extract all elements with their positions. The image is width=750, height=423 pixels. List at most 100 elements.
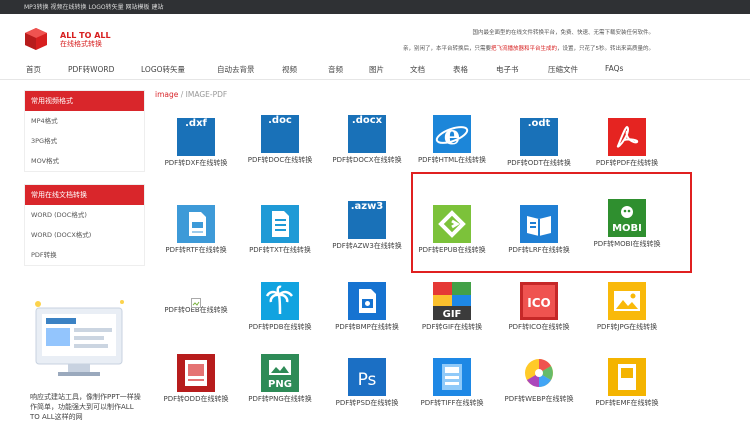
promo-text: 响应式建站工具，像制作PPT一样操作简单，功能强大到可以制作ALL TO ALL… <box>30 393 141 421</box>
nav-item-faqs[interactable]: FAQs <box>605 64 623 73</box>
tile-pdf-to-oeb[interactable]: PDF转OEB在线转换 <box>151 293 241 315</box>
doc-icon: .doc <box>261 115 299 153</box>
sidebar-heading: 常用在线文档转换 <box>25 185 144 205</box>
tile-pdf-to-html[interactable]: e PDF转HTML在线转换 <box>407 115 497 165</box>
tile-pdf-to-ico[interactable]: ICO PDF转ICO在线转换 <box>494 282 584 332</box>
tile-label: PDF转PNG在线转换 <box>248 395 312 403</box>
notice-line2-pre: 亲，别闲了，本平台转换后，只需要 <box>402 46 491 52</box>
tile-pdf-to-png[interactable]: PNG PDF转PNG在线转换 <box>235 354 325 404</box>
nav-item-home[interactable]: 首页 <box>26 64 41 75</box>
nav-item-spreadsheet[interactable]: 表格 <box>453 64 468 75</box>
sidebar-item[interactable]: MP4格式 <box>25 111 144 131</box>
nav-item-logo-vector[interactable]: LOGO转矢量 <box>141 64 185 75</box>
azw3-icon: .azw3 <box>348 201 386 239</box>
tile-label: PDF转GIF在线转换 <box>421 323 483 331</box>
tile-label: PDF转ODT在线转换 <box>507 159 571 167</box>
sidebar-video-formats: 常用视频格式 MP4格式 3PG格式 MOV格式 <box>24 90 145 172</box>
tile-label: PDF转JPG在线转换 <box>596 323 658 331</box>
breadcrumb: image / IMAGE-PDF <box>155 90 227 99</box>
tile-pdf-to-tiff[interactable]: PDF转TIFF在线转换 <box>407 358 497 408</box>
notice-line2: 亲，别闲了，本平台转换后，只需要把飞流播放器和平台生成的，设置，只花了5秒。转出… <box>403 44 654 52</box>
tile-pdf-to-odt[interactable]: .odt PDF转ODT在线转换 <box>494 118 584 168</box>
dxf-icon: .dxf <box>177 118 215 156</box>
tile-pdf-to-jpg[interactable]: PDF转JPG在线转换 <box>582 282 672 332</box>
tile-pdf-to-dxf[interactable]: .dxf PDF转DXF在线转换 <box>151 118 241 168</box>
nav-item-pdf-word[interactable]: PDF转WORD <box>68 64 114 75</box>
png-icon-text: PNG <box>268 379 292 390</box>
tile-label: PDF转PSD在线转换 <box>335 399 399 407</box>
tile-label: PDF转HTML在线转换 <box>417 156 487 164</box>
brand[interactable]: ALL TO ALL 在线格式转换 <box>60 31 111 49</box>
breadcrumb-current: IMAGE-PDF <box>185 90 228 99</box>
nav-item-image[interactable]: 图片 <box>369 64 384 75</box>
nav-item-document[interactable]: 文档 <box>410 64 425 75</box>
tile-pdf-to-rtf[interactable]: PDF转RTF在线转换 <box>151 205 241 255</box>
jpg-picture-icon <box>608 282 646 320</box>
tile-pdf-to-bmp[interactable]: PDF转BMP在线转换 <box>322 282 412 332</box>
pdf-acrobat-icon <box>608 118 646 156</box>
tile-label: PDF转AZW3在线转换 <box>332 242 402 250</box>
webp-icon <box>520 354 558 392</box>
tile-pdf-to-webp[interactable]: PDF转WEBP在线转换 <box>494 354 584 404</box>
tile-pdf-to-azw3[interactable]: .azw3 PDF转AZW3在线转换 <box>322 201 412 251</box>
tile-pdf-to-emf[interactable]: PDF转EMF在线转换 <box>582 358 672 408</box>
main-nav: 首页 PDF转WORD LOGO转矢量 自动去背景 视频 音频 图片 文档 表格… <box>0 58 750 80</box>
odd-icon <box>177 354 215 392</box>
tile-label: PDF转ICO在线转换 <box>508 323 570 331</box>
nav-item-video[interactable]: 视频 <box>282 64 297 75</box>
nav-item-ebook[interactable]: 电子书 <box>496 64 519 75</box>
sidebar-item[interactable]: MOV格式 <box>25 151 144 171</box>
brand-line1: ALL TO ALL <box>60 31 111 40</box>
tile-label: PDF转RTF在线转换 <box>165 246 227 254</box>
brand-line2: 在线格式转换 <box>60 40 102 48</box>
promo-illustration[interactable] <box>30 292 130 382</box>
gif-icon-text: GIF <box>443 309 462 320</box>
tile-label: PDF转WEBP在线转换 <box>504 395 574 403</box>
tile-pdf-to-psd[interactable]: Ps PDF转PSD在线转换 <box>322 358 412 408</box>
sidebar-item[interactable]: PDF转换 <box>25 245 144 265</box>
tile-label: PDF转BMP在线转换 <box>335 323 399 331</box>
svg-text:e: e <box>444 121 461 151</box>
ico-icon: ICO <box>520 282 558 320</box>
nav-item-archive[interactable]: 压缩文件 <box>548 64 578 75</box>
broken-image-icon <box>191 293 201 308</box>
tile-pdf-to-doc[interactable]: .doc PDF转DOC在线转换 <box>235 115 325 165</box>
nav-item-audio[interactable]: 音频 <box>328 64 343 75</box>
html-browser-icon: e <box>433 115 471 153</box>
rtf-icon <box>177 205 215 243</box>
tile-label: PDF转ODD在线转换 <box>163 395 229 403</box>
tile-pdf-to-pdf[interactable]: PDF转PDF在线转换 <box>582 118 672 168</box>
psd-icon-text: Ps <box>358 370 377 390</box>
png-icon: PNG <box>261 354 299 392</box>
bmp-image-icon <box>348 282 386 320</box>
breadcrumb-sep: / <box>178 90 186 99</box>
tiff-icon <box>433 358 471 396</box>
tile-pdf-to-gif[interactable]: GIF PDF转GIF在线转换 <box>407 282 497 332</box>
gif-icon: GIF <box>433 282 471 320</box>
emf-icon <box>608 358 646 396</box>
nav-item-remove-bg[interactable]: 自动去背景 <box>217 64 255 75</box>
tile-pdf-to-docx[interactable]: .docx PDF转DOCX在线转换 <box>322 115 412 165</box>
notice-line2-highlight: 把飞流播放器和平台生成的 <box>490 46 557 52</box>
sidebar-item[interactable]: WORD (DOCX格式) <box>25 225 144 245</box>
pdb-palm-icon <box>261 282 299 320</box>
breadcrumb-home[interactable]: image <box>155 90 178 99</box>
logo-icon[interactable] <box>24 27 48 51</box>
sidebar-document-formats: 常用在线文档转换 WORD (DOC格式) WORD (DOCX格式) PDF转… <box>24 184 145 266</box>
top-links[interactable]: MP3转换 视频在线转换 LOGO转矢量 网站模板 建站 <box>24 2 163 11</box>
top-bar: MP3转换 视频在线转换 LOGO转矢量 网站模板 建站 <box>0 0 750 14</box>
sidebar-item[interactable]: WORD (DOC格式) <box>25 205 144 225</box>
tile-pdf-to-txt[interactable]: PDF转TXT在线转换 <box>235 205 325 255</box>
tile-label: PDF转TXT在线转换 <box>249 246 311 254</box>
sidebar-item[interactable]: 3PG格式 <box>25 131 144 151</box>
docx-icon: .docx <box>348 115 386 153</box>
psd-icon: Ps <box>348 358 386 396</box>
tile-label: PDF转DOCX在线转换 <box>332 156 402 164</box>
notice-line1: 国内最全面型的在线文件转换平台，免费、快速、无需下载安装任何软件。 <box>472 30 654 36</box>
tile-pdf-to-odd[interactable]: PDF转ODD在线转换 <box>151 354 241 404</box>
tile-pdf-to-pdb[interactable]: PDF转PDB在线转换 <box>235 282 325 332</box>
odt-icon: .odt <box>520 118 558 156</box>
tile-label: PDF转TIFF在线转换 <box>420 399 484 407</box>
highlight-box <box>411 172 692 273</box>
ico-icon-text: ICO <box>527 296 550 310</box>
